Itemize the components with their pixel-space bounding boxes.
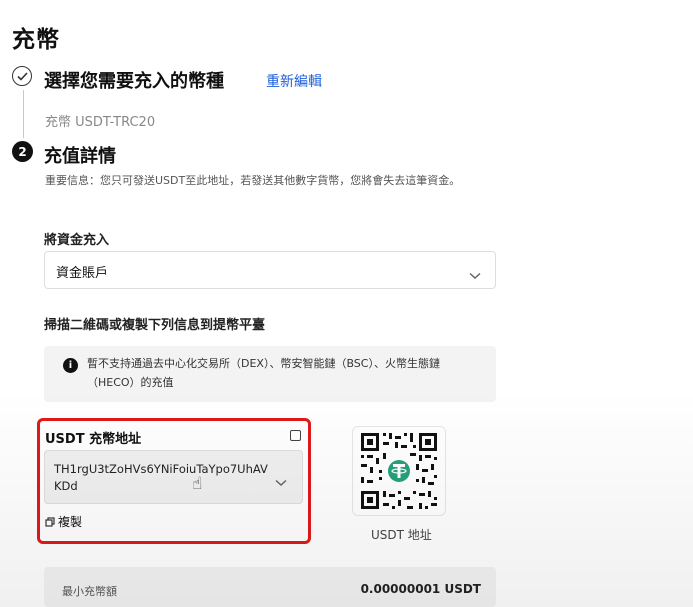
selected-coin: 充幣 USDT-TRC20 bbox=[45, 115, 156, 130]
info-icon: i bbox=[63, 358, 78, 373]
tether-logo bbox=[388, 460, 410, 482]
qr-caption: USDT 地址 bbox=[371, 528, 432, 542]
important-notice: 重要信息：您只可發送USDT至此地址，若發送其他數字貨幣，您將會失去這筆資金。 bbox=[45, 174, 461, 187]
fund-destination-label: 將資金充入 bbox=[44, 233, 110, 248]
highlight-frame bbox=[37, 418, 311, 544]
deposit-qr-code bbox=[352, 426, 446, 516]
step2-number: 2 bbox=[12, 141, 33, 162]
qr-code-image bbox=[361, 433, 437, 509]
page-title: 充幣 bbox=[12, 27, 60, 53]
scan-instructions-label: 掃描二維碼或複製下列信息到提幣平臺 bbox=[44, 318, 266, 333]
edit-coin-link[interactable]: 重新編輯 bbox=[266, 71, 322, 91]
min-deposit-label: 最小充幣額 bbox=[62, 585, 117, 598]
fund-account-select[interactable]: 資金賬戶 bbox=[44, 251, 496, 289]
check-icon bbox=[16, 71, 28, 81]
min-deposit-value: 0.00000001 USDT bbox=[360, 582, 481, 596]
step-complete-icon bbox=[12, 66, 32, 86]
notice-text: 暫不支持通過去中心化交易所（DEX）、幣安智能鏈（BSC）、火幣生態鏈（HECO… bbox=[87, 357, 440, 389]
step1-title: 選擇您需要充入的幣種 bbox=[44, 71, 224, 92]
unsupported-networks-notice: i 暫不支持通過去中心化交易所（DEX）、幣安智能鏈（BSC）、火幣生態鏈（HE… bbox=[44, 346, 496, 402]
min-deposit-row: 最小充幣額 0.00000001 USDT bbox=[44, 567, 496, 607]
fund-account-value: 資金賬戶 bbox=[56, 266, 109, 281]
chevron-down-icon bbox=[469, 265, 481, 284]
step2-title: 充值詳情 bbox=[44, 146, 116, 167]
stepper-line bbox=[23, 90, 24, 138]
